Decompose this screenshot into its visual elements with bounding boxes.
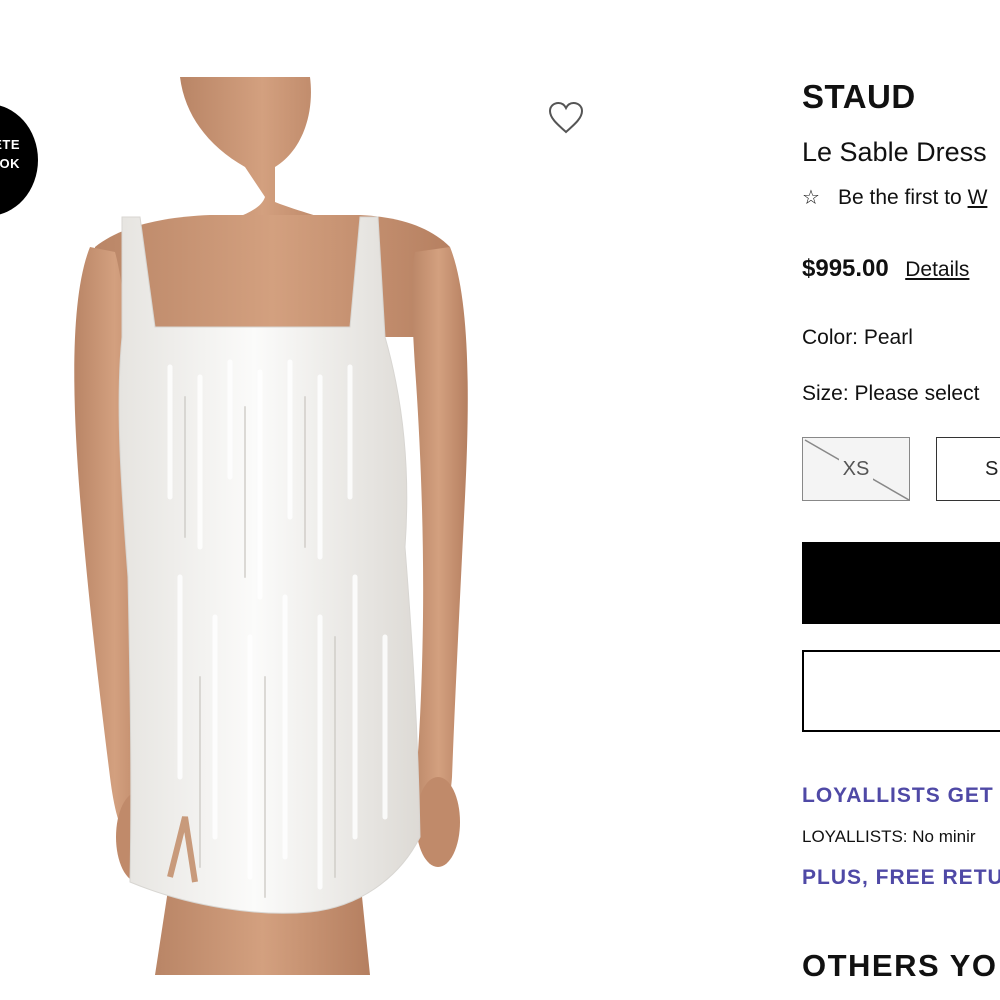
badge-line-1: ETE	[0, 137, 20, 152]
size-selection: Size: Please select	[802, 382, 979, 406]
loyallist-promo-detail: LOYALLISTS: No minir	[802, 827, 976, 846]
brand-name[interactable]: STAUD	[802, 78, 916, 116]
heart-outline-icon	[548, 101, 584, 134]
product-page: ETE OK	[0, 0, 1000, 1000]
badge-line-2: OK	[0, 156, 20, 171]
product-photo	[74, 77, 468, 975]
product-image[interactable]	[60, 77, 615, 975]
complete-the-look-badge[interactable]: ETE OK	[0, 104, 38, 216]
review-prefix: Be the first to	[838, 186, 968, 209]
others-section-title: OTHERS YO	[802, 948, 998, 983]
review-prompt: ☆ Be the first to W	[802, 185, 987, 210]
details-link[interactable]: Details	[905, 258, 969, 281]
size-option-s[interactable]: S	[936, 437, 1000, 501]
size-label: Size:	[802, 382, 849, 405]
product-details: STAUD Le Sable Dress ☆ Be the first to W …	[802, 0, 1000, 1000]
color-value: Pearl	[863, 326, 913, 349]
add-to-bag-button[interactable]	[802, 542, 1000, 624]
color-selection: Color: Pearl	[802, 326, 913, 350]
secondary-action-button[interactable]	[802, 650, 1000, 732]
color-label: Color:	[802, 326, 859, 349]
size-option-xs[interactable]: XS	[802, 437, 910, 501]
product-price: $995.00	[802, 255, 889, 282]
size-option-xs-label: XS	[838, 457, 874, 481]
free-returns-promo[interactable]: PLUS, FREE RETU	[802, 866, 1000, 890]
size-value: Please select	[854, 382, 980, 405]
star-outline-icon: ☆	[802, 187, 820, 209]
loyallist-promo-headline[interactable]: LOYALLISTS GET	[802, 784, 994, 808]
size-option-s-label: S	[985, 457, 999, 480]
product-name: Le Sable Dress	[802, 137, 987, 167]
wishlist-button[interactable]	[547, 100, 585, 136]
price-row: $995.00 Details	[802, 255, 969, 283]
write-review-link[interactable]: W	[968, 186, 988, 209]
